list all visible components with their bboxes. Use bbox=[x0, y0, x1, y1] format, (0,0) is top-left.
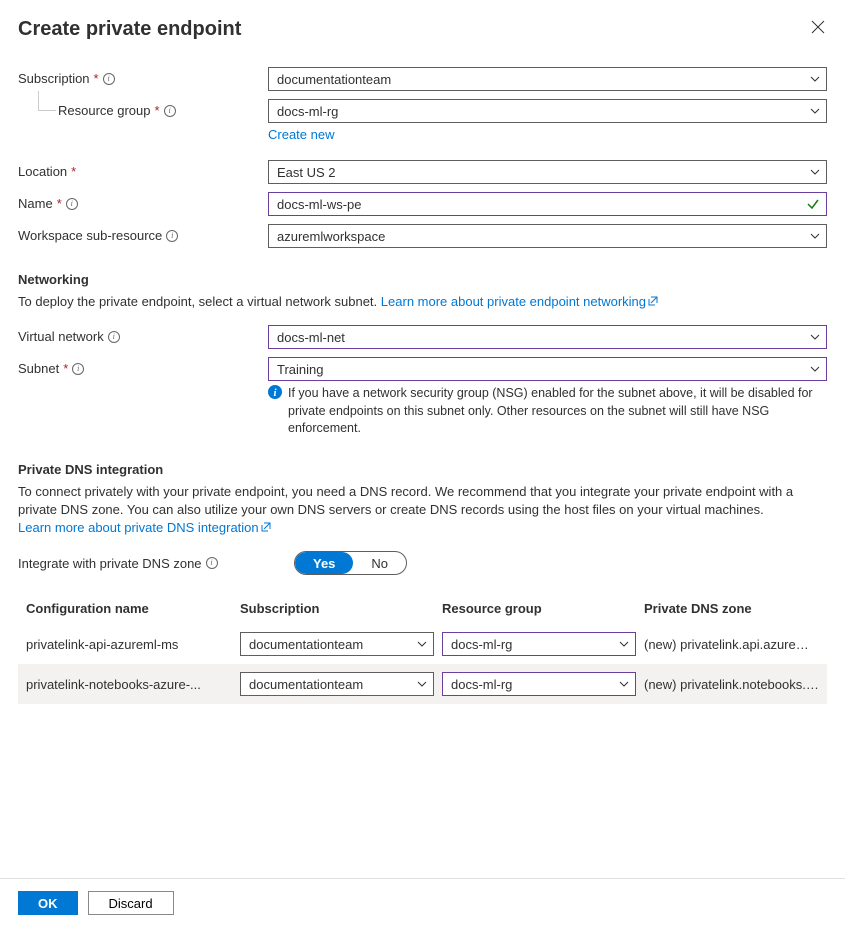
dns-config-name: privatelink-api-azureml-ms bbox=[26, 637, 232, 652]
dns-subscription-value: documentationteam bbox=[249, 637, 363, 652]
chevron-down-icon bbox=[810, 108, 820, 114]
chevron-down-icon bbox=[619, 641, 629, 647]
networking-learn-more-link[interactable]: Learn more about private endpoint networ… bbox=[381, 294, 658, 309]
chevron-down-icon bbox=[619, 681, 629, 687]
ok-button[interactable]: OK bbox=[18, 891, 78, 915]
toggle-yes[interactable]: Yes bbox=[295, 552, 353, 574]
location-dropdown[interactable]: East US 2 bbox=[268, 160, 827, 184]
dns-table: Configuration name Subscription Resource… bbox=[18, 593, 827, 704]
chevron-down-icon bbox=[810, 366, 820, 372]
virtual-network-label: Virtual network bbox=[18, 329, 104, 344]
virtual-network-dropdown[interactable]: docs-ml-net bbox=[268, 325, 827, 349]
info-icon[interactable] bbox=[164, 105, 176, 117]
workspace-subresource-value: azuremlworkspace bbox=[277, 229, 385, 244]
workspace-subresource-label: Workspace sub-resource bbox=[18, 228, 162, 243]
required-asterisk: * bbox=[63, 361, 68, 376]
dns-zone: (new) privatelink.api.azureml.... bbox=[644, 637, 819, 652]
networking-description: To deploy the private endpoint, select a… bbox=[18, 294, 377, 309]
info-icon[interactable] bbox=[66, 198, 78, 210]
info-icon[interactable] bbox=[166, 230, 178, 242]
integrate-dns-toggle[interactable]: Yes No bbox=[294, 551, 407, 575]
tree-connector bbox=[38, 91, 56, 111]
subscription-value: documentationteam bbox=[277, 72, 391, 87]
dns-resource-group-dropdown[interactable]: docs-ml-rg bbox=[442, 672, 636, 696]
integrate-dns-label: Integrate with private DNS zone bbox=[18, 556, 202, 571]
validation-check-icon bbox=[806, 197, 820, 211]
required-asterisk: * bbox=[94, 71, 99, 86]
resource-group-dropdown[interactable]: docs-ml-rg bbox=[268, 99, 827, 123]
resource-group-label: Resource group bbox=[58, 103, 151, 118]
info-blue-icon: i bbox=[268, 385, 282, 399]
dns-heading: Private DNS integration bbox=[18, 462, 827, 477]
chevron-down-icon bbox=[810, 169, 820, 175]
dns-resource-group-dropdown[interactable]: docs-ml-rg bbox=[442, 632, 636, 656]
info-icon[interactable] bbox=[103, 73, 115, 85]
col-subscription: Subscription bbox=[240, 601, 434, 616]
dns-learn-more-link[interactable]: Learn more about private DNS integration bbox=[18, 520, 271, 535]
dns-row: privatelink-api-azureml-ms documentation… bbox=[18, 624, 827, 664]
name-label: Name bbox=[18, 196, 53, 211]
chevron-down-icon bbox=[417, 641, 427, 647]
info-icon[interactable] bbox=[108, 331, 120, 343]
required-asterisk: * bbox=[71, 164, 76, 179]
dns-config-name: privatelink-notebooks-azure-... bbox=[26, 677, 232, 692]
dns-resource-group-value: docs-ml-rg bbox=[451, 677, 512, 692]
info-icon[interactable] bbox=[206, 557, 218, 569]
subscription-dropdown[interactable]: documentationteam bbox=[268, 67, 827, 91]
dns-row: privatelink-notebooks-azure-... document… bbox=[18, 664, 827, 704]
dns-resource-group-value: docs-ml-rg bbox=[451, 637, 512, 652]
nsg-note: If you have a network security group (NS… bbox=[288, 385, 827, 438]
chevron-down-icon bbox=[810, 233, 820, 239]
subnet-label: Subnet bbox=[18, 361, 59, 376]
name-value: docs-ml-ws-pe bbox=[277, 197, 362, 212]
dns-description: To connect privately with your private e… bbox=[18, 484, 793, 517]
networking-heading: Networking bbox=[18, 272, 827, 287]
close-button[interactable] bbox=[809, 18, 827, 36]
dns-zone: (new) privatelink.notebooks.a... bbox=[644, 677, 819, 692]
col-resource-group: Resource group bbox=[442, 601, 636, 616]
close-icon bbox=[811, 20, 825, 34]
location-value: East US 2 bbox=[277, 165, 336, 180]
panel-title: Create private endpoint bbox=[18, 18, 241, 41]
external-link-icon bbox=[648, 293, 658, 303]
subscription-label: Subscription bbox=[18, 71, 90, 86]
resource-group-value: docs-ml-rg bbox=[277, 104, 338, 119]
dns-learn-more-text: Learn more about private DNS integration bbox=[18, 520, 259, 535]
name-input[interactable]: docs-ml-ws-pe bbox=[268, 192, 827, 216]
chevron-down-icon bbox=[810, 76, 820, 82]
networking-learn-more-text: Learn more about private endpoint networ… bbox=[381, 294, 646, 309]
workspace-subresource-dropdown[interactable]: azuremlworkspace bbox=[268, 224, 827, 248]
chevron-down-icon bbox=[810, 334, 820, 340]
required-asterisk: * bbox=[57, 196, 62, 211]
col-zone: Private DNS zone bbox=[644, 601, 819, 616]
required-asterisk: * bbox=[155, 103, 160, 118]
location-label: Location bbox=[18, 164, 67, 179]
discard-button[interactable]: Discard bbox=[88, 891, 174, 915]
col-config: Configuration name bbox=[26, 601, 232, 616]
subnet-value: Training bbox=[277, 362, 323, 377]
info-icon[interactable] bbox=[72, 363, 84, 375]
toggle-no[interactable]: No bbox=[353, 552, 406, 574]
dns-subscription-dropdown[interactable]: documentationteam bbox=[240, 632, 434, 656]
dns-subscription-dropdown[interactable]: documentationteam bbox=[240, 672, 434, 696]
create-new-link[interactable]: Create new bbox=[268, 127, 334, 142]
external-link-icon bbox=[261, 519, 271, 529]
chevron-down-icon bbox=[417, 681, 427, 687]
dns-subscription-value: documentationteam bbox=[249, 677, 363, 692]
subnet-dropdown[interactable]: Training bbox=[268, 357, 827, 381]
virtual-network-value: docs-ml-net bbox=[277, 330, 345, 345]
